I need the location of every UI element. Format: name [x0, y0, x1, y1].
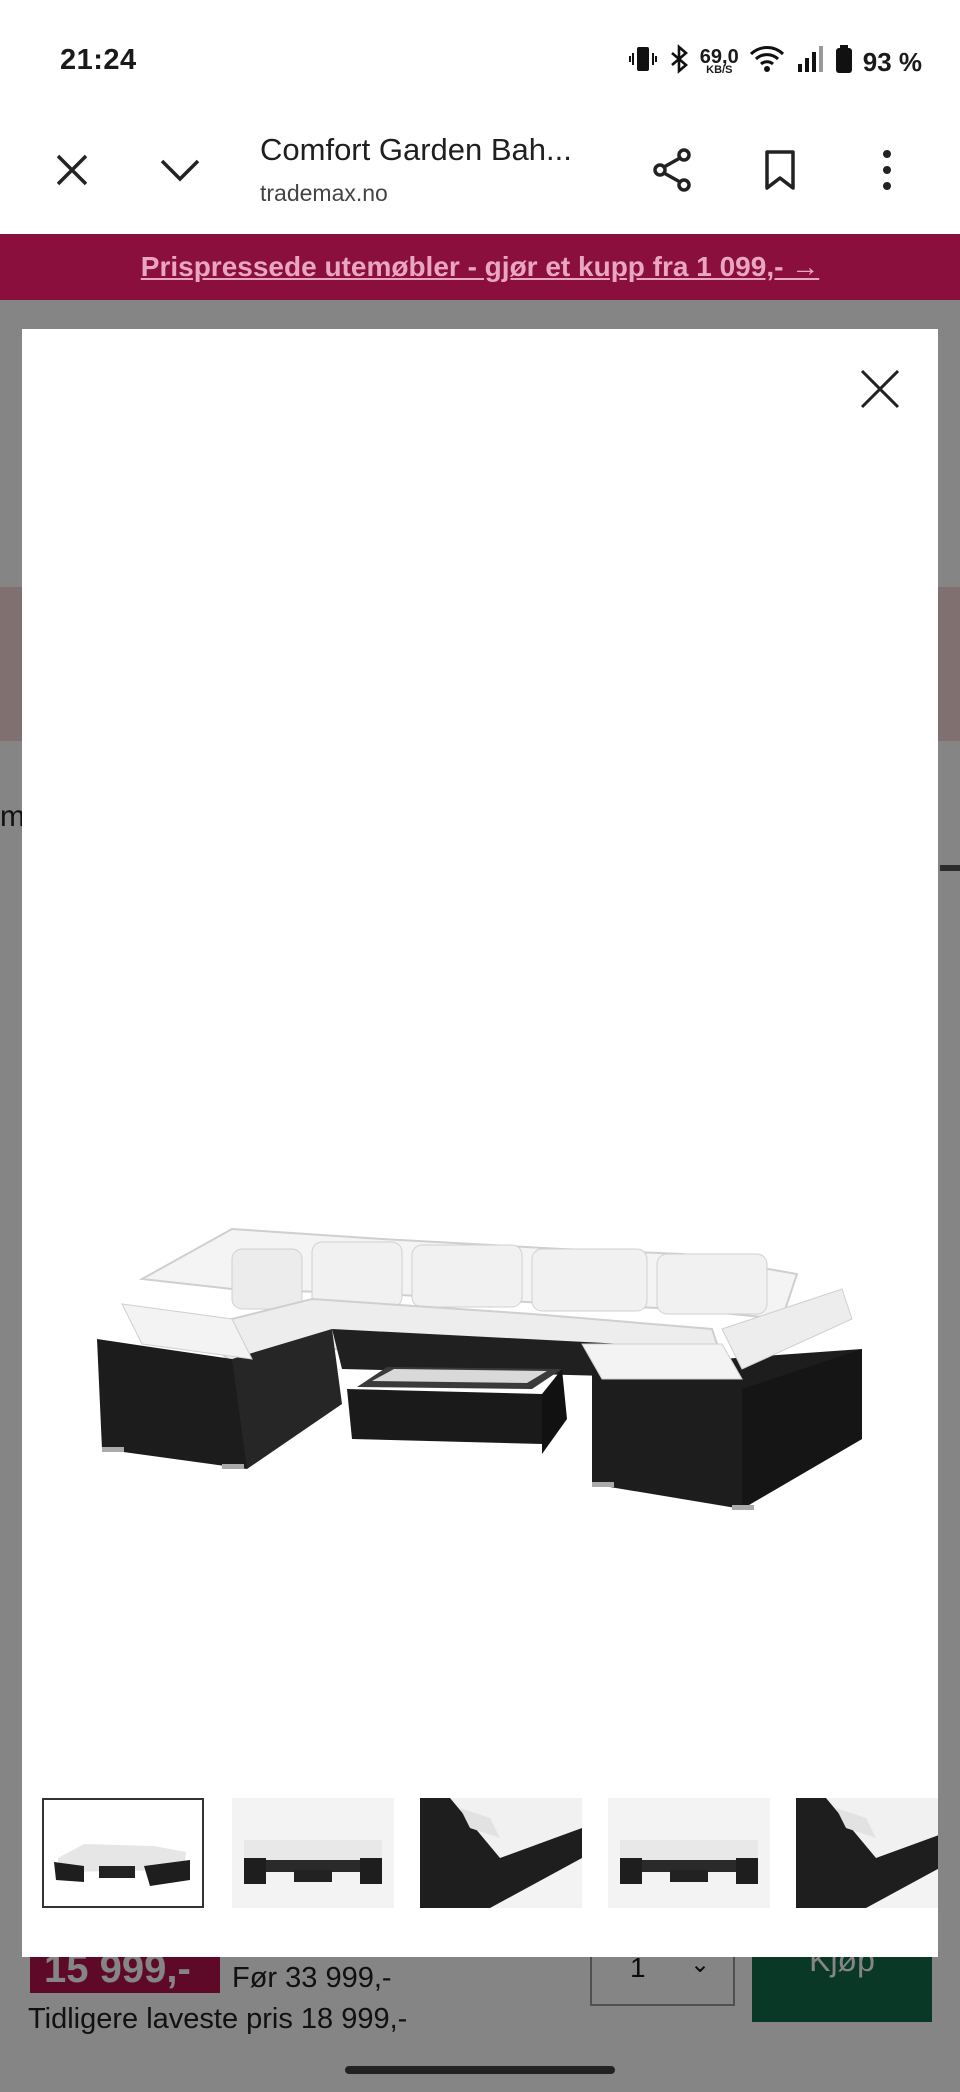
share-button[interactable] [640, 138, 704, 202]
modal-close-button[interactable] [850, 359, 910, 419]
battery-icon [835, 44, 853, 81]
more-options-button[interactable] [855, 138, 919, 202]
thumbnail-image [796, 1798, 938, 1908]
thumbnail-image [420, 1798, 582, 1908]
wifi-icon [749, 44, 785, 81]
close-icon [56, 154, 88, 186]
thumbnail-image [244, 1840, 382, 1884]
close-icon [860, 369, 900, 409]
status-time: 21:24 [60, 44, 137, 76]
thumbnail-1[interactable] [42, 1798, 204, 1908]
bluetooth-icon [668, 44, 690, 81]
page-title[interactable]: Comfort Garden Bah... [260, 132, 572, 168]
bookmark-icon [765, 150, 795, 190]
browser-toolbar [0, 110, 960, 234]
thumbnail-image [620, 1840, 758, 1884]
battery-percent: 93 % [862, 47, 922, 77]
image-gallery-modal [22, 329, 938, 1957]
thumbnail-3[interactable] [420, 1798, 582, 1908]
network-speed: 69,0 KB/S [699, 46, 739, 77]
vibrate-icon [628, 44, 658, 81]
share-icon [653, 148, 691, 192]
thumbnail-4[interactable] [608, 1798, 770, 1908]
bookmark-button[interactable] [748, 138, 812, 202]
status-bar: 21:24 69,0 KB/S 93 % [0, 0, 960, 110]
page-domain[interactable]: trademax.no [260, 180, 388, 207]
product-image[interactable] [82, 949, 912, 1629]
chevron-down-icon [160, 159, 200, 182]
more-vertical-icon [883, 150, 891, 190]
promo-link[interactable]: Prispressede utemøbler - gjør et kupp fr… [141, 251, 819, 283]
thumbnail-2[interactable] [232, 1798, 394, 1908]
gesture-navigation-bar[interactable] [345, 2066, 615, 2074]
minimize-tab-button[interactable] [148, 138, 212, 202]
status-icons: 69,0 KB/S 93 % [628, 44, 922, 81]
thumbnail-image [54, 1844, 190, 1886]
signal-icon [795, 44, 825, 81]
thumbnail-5[interactable] [796, 1798, 938, 1908]
thumbnail-strip [42, 1798, 938, 1914]
promo-banner[interactable]: Prispressede utemøbler - gjør et kupp fr… [0, 234, 960, 300]
close-tab-button[interactable] [40, 138, 104, 202]
